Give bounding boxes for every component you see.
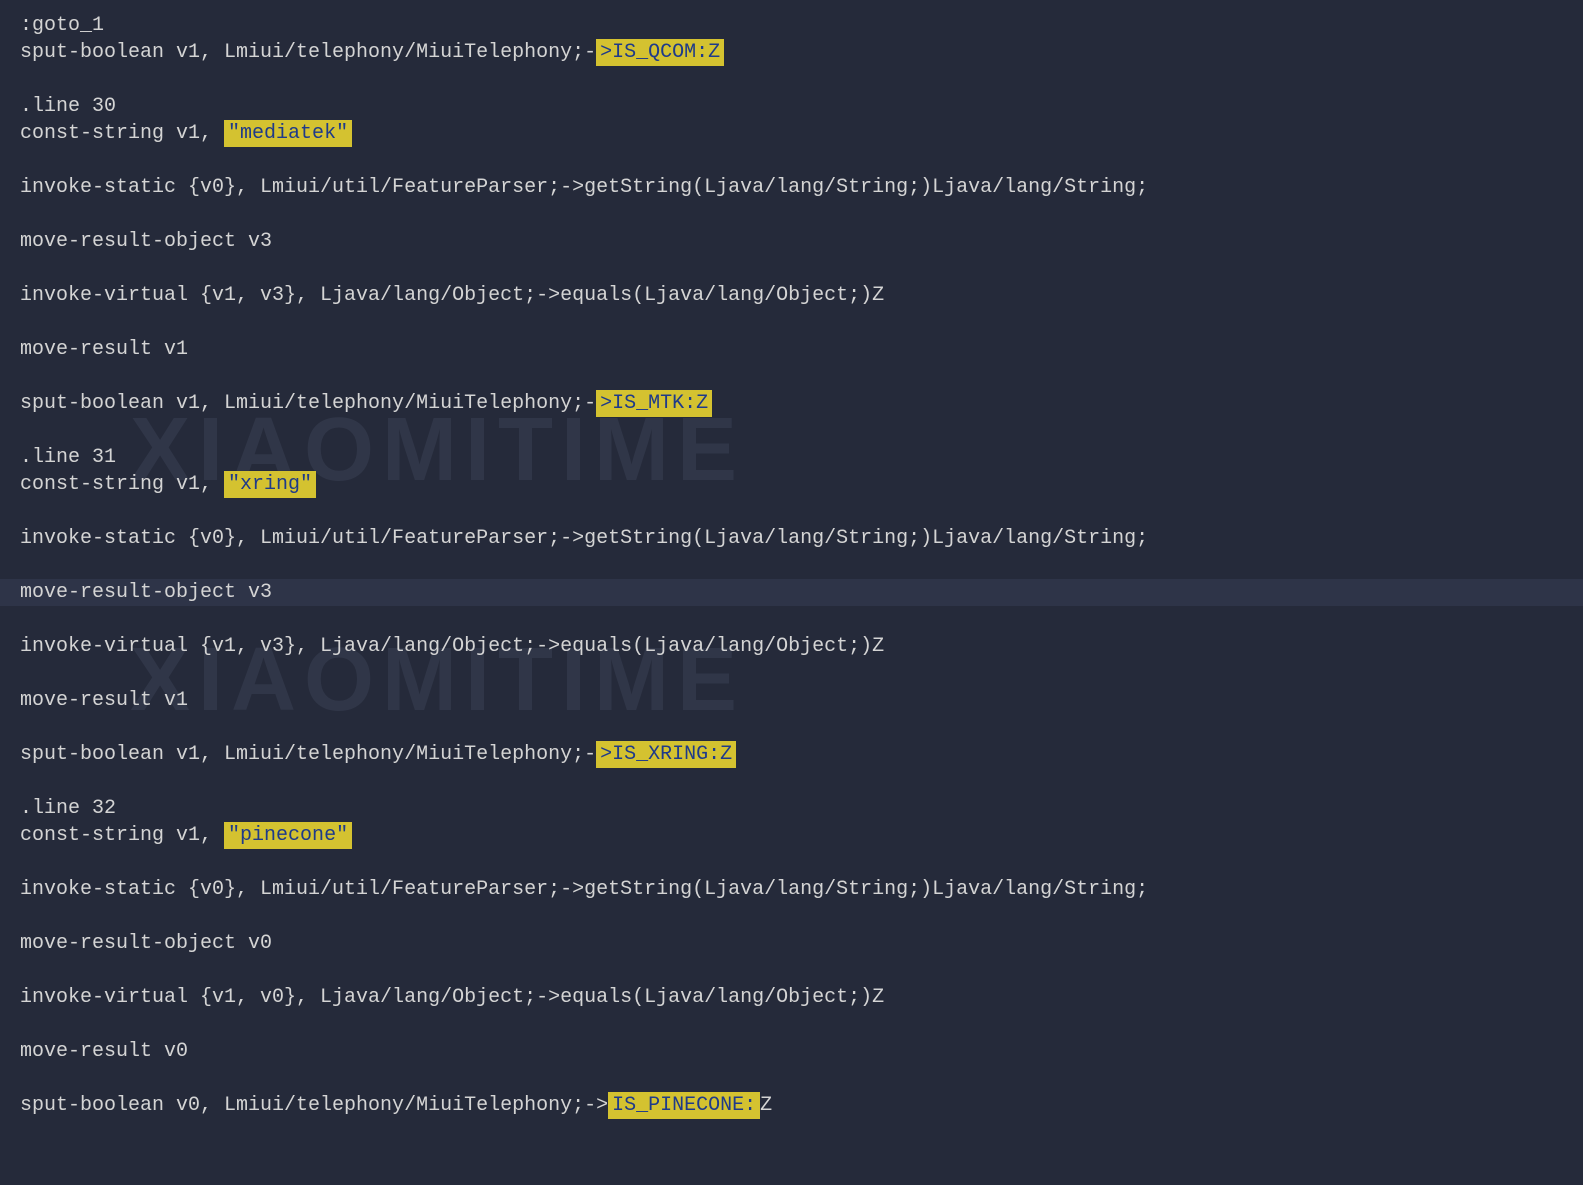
code-line[interactable]: invoke-static {v0}, Lmiui/util/FeaturePa…	[20, 876, 1563, 903]
code-text: sput-boolean v1, Lmiui/telephony/MiuiTel…	[20, 743, 596, 766]
blank-line	[20, 201, 1563, 228]
code-text: sput-boolean v1, Lmiui/telephony/MiuiTel…	[20, 41, 596, 64]
code-text: move-result v1	[20, 338, 188, 361]
code-line-current[interactable]: move-result-object v3	[0, 579, 1583, 606]
highlight-token: >IS_MTK:Z	[596, 390, 712, 417]
code-line[interactable]: move-result v1	[20, 336, 1563, 363]
blank-line	[20, 552, 1563, 579]
blank-line	[20, 957, 1563, 984]
code-text: invoke-virtual {v1, v3}, Ljava/lang/Obje…	[20, 284, 884, 307]
blank-line	[20, 147, 1563, 174]
blank-line	[20, 363, 1563, 390]
code-viewer: XIAOMITIME XIAOMITIME :goto_1 sput-boole…	[0, 0, 1583, 1131]
highlight-token: >IS_QCOM:Z	[596, 39, 724, 66]
blank-line	[20, 1011, 1563, 1038]
code-text: sput-boolean v1, Lmiui/telephony/MiuiTel…	[20, 392, 596, 415]
blank-line	[20, 768, 1563, 795]
code-line[interactable]: const-string v1, "mediatek"	[20, 120, 1563, 147]
code-text: invoke-static {v0}, Lmiui/util/FeaturePa…	[20, 176, 1148, 199]
code-text: .line 31	[20, 446, 116, 469]
blank-line	[20, 498, 1563, 525]
blank-line	[20, 417, 1563, 444]
code-line[interactable]: move-result-object v3	[20, 228, 1563, 255]
code-line[interactable]: sput-boolean v1, Lmiui/telephony/MiuiTel…	[20, 390, 1563, 417]
code-line[interactable]: sput-boolean v1, Lmiui/telephony/MiuiTel…	[20, 741, 1563, 768]
code-line[interactable]: const-string v1, "xring"	[20, 471, 1563, 498]
code-line[interactable]: move-result-object v0	[20, 930, 1563, 957]
code-line[interactable]: sput-boolean v0, Lmiui/telephony/MiuiTel…	[20, 1092, 1563, 1119]
blank-line	[20, 66, 1563, 93]
code-line[interactable]: :goto_1	[20, 12, 1563, 39]
code-line[interactable]: .line 30	[20, 93, 1563, 120]
code-line[interactable]: invoke-virtual {v1, v0}, Ljava/lang/Obje…	[20, 984, 1563, 1011]
code-text: const-string v1,	[20, 824, 224, 847]
code-text: invoke-virtual {v1, v0}, Ljava/lang/Obje…	[20, 986, 884, 1009]
blank-line	[20, 714, 1563, 741]
code-text: :goto_1	[20, 14, 104, 37]
code-text: move-result-object v3	[20, 230, 272, 253]
highlight-token: >IS_XRING:Z	[596, 741, 736, 768]
code-line[interactable]: invoke-virtual {v1, v3}, Ljava/lang/Obje…	[20, 633, 1563, 660]
code-text: invoke-virtual {v1, v3}, Ljava/lang/Obje…	[20, 635, 884, 658]
code-text: const-string v1,	[20, 473, 224, 496]
highlight-token: "pinecone"	[224, 822, 352, 849]
blank-line	[20, 1065, 1563, 1092]
code-text: sput-boolean v0, Lmiui/telephony/MiuiTel…	[20, 1094, 608, 1117]
code-text: .line 32	[20, 797, 116, 820]
code-line[interactable]: move-result v0	[20, 1038, 1563, 1065]
code-line[interactable]: const-string v1, "pinecone"	[20, 822, 1563, 849]
blank-line	[20, 660, 1563, 687]
code-text: invoke-static {v0}, Lmiui/util/FeaturePa…	[20, 878, 1148, 901]
code-line[interactable]: invoke-static {v0}, Lmiui/util/FeaturePa…	[20, 525, 1563, 552]
code-text: .line 30	[20, 95, 116, 118]
code-content[interactable]: :goto_1 sput-boolean v1, Lmiui/telephony…	[20, 12, 1563, 1119]
blank-line	[20, 255, 1563, 282]
code-line[interactable]: invoke-static {v0}, Lmiui/util/FeaturePa…	[20, 174, 1563, 201]
blank-line	[20, 606, 1563, 633]
code-text: move-result-object v3	[20, 581, 272, 604]
blank-line	[20, 849, 1563, 876]
code-text: move-result v0	[20, 1040, 188, 1063]
highlight-token: IS_PINECONE:	[608, 1092, 760, 1119]
code-text: move-result-object v0	[20, 932, 272, 955]
code-line[interactable]: move-result v1	[20, 687, 1563, 714]
code-text: const-string v1,	[20, 122, 224, 145]
code-line[interactable]: invoke-virtual {v1, v3}, Ljava/lang/Obje…	[20, 282, 1563, 309]
highlight-token: "mediatek"	[224, 120, 352, 147]
code-text: move-result v1	[20, 689, 188, 712]
code-line[interactable]: .line 32	[20, 795, 1563, 822]
blank-line	[20, 309, 1563, 336]
highlight-token: "xring"	[224, 471, 316, 498]
code-line[interactable]: sput-boolean v1, Lmiui/telephony/MiuiTel…	[20, 39, 1563, 66]
blank-line	[20, 903, 1563, 930]
code-line[interactable]: .line 31	[20, 444, 1563, 471]
code-text: Z	[760, 1094, 772, 1117]
code-text: invoke-static {v0}, Lmiui/util/FeaturePa…	[20, 527, 1148, 550]
